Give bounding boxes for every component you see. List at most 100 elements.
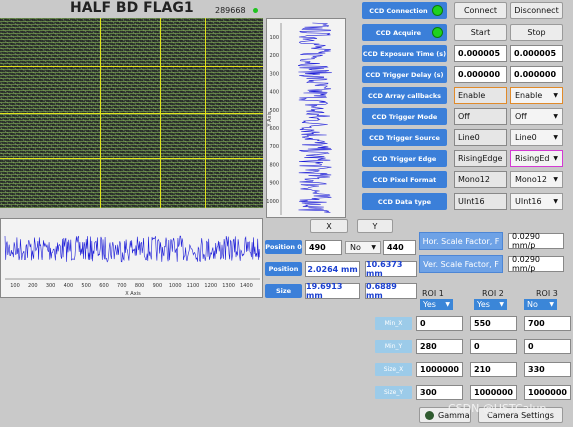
left-button[interactable]: Connect (454, 2, 507, 19)
roi1-min-y-input[interactable]: 280 (416, 339, 463, 354)
roi-line (100, 18, 101, 208)
position0-select-value: No (350, 243, 361, 252)
position-y-value: 10.6373 mm (365, 260, 417, 278)
control-label: CCD Trigger Edge (362, 150, 447, 167)
y-profile-svg: 1002003004005006007008009001000Y Axis (267, 22, 332, 215)
y-tick-label: 400 (269, 90, 279, 96)
roi2-min-x-input[interactable]: 550 (470, 316, 517, 331)
control-label: CCD Exposure Time (s) (362, 45, 447, 62)
position0-label: Position 0 (265, 240, 302, 254)
control-label-text: CCD Pixel Format (372, 175, 437, 184)
left-input[interactable]: 0.000005 (454, 45, 507, 62)
control-label: CCD Array callbacks (362, 87, 447, 104)
y-tick-label: 100 (269, 35, 279, 41)
roi1-size-x-input[interactable]: 1000000 (416, 362, 463, 377)
hor-scale-label: Hor. Scale Factor, F (419, 232, 503, 250)
x-tick-label: 300 (46, 283, 56, 289)
control-label: CCD Trigger Source (362, 129, 447, 146)
roi1-enable-value: Yes (423, 300, 436, 309)
chevron-down-icon: ▼ (371, 244, 376, 251)
x-tick-label: 1400 (240, 283, 253, 289)
roi2-enable-select[interactable]: Yes ▼ (474, 299, 507, 310)
watermark: CSDN @USTCalup (448, 402, 547, 415)
x-tick-label: 400 (64, 283, 74, 289)
select-value: Enable (515, 91, 543, 100)
x-profile-plot: 100 200 300 400 500 600 700 800 900 1000 1100 1200 1… (0, 218, 263, 298)
x-tick-label: 1000 (169, 283, 182, 289)
x-header: X (310, 219, 348, 233)
right-select[interactable]: Line0 ▼ (510, 129, 563, 146)
y-tick-label: 200 (269, 53, 279, 59)
roi-line (0, 113, 263, 114)
left-button[interactable]: Start (454, 24, 507, 41)
x-tick-label: 1100 (187, 283, 200, 289)
right-input[interactable]: 0.000000 (510, 66, 563, 83)
x-axis-label: X Axis (125, 291, 141, 297)
roi1-min-x-input[interactable]: 0 (416, 316, 463, 331)
roi1-size-y-input[interactable]: 300 (416, 385, 463, 400)
right-select[interactable]: RisingEd ▼ (510, 150, 563, 167)
control-label: CCD Trigger Mode (362, 108, 447, 125)
position-label: Position (265, 262, 302, 276)
right-select[interactable]: Off ▼ (510, 108, 563, 125)
roi3-enable-select[interactable]: No ▼ (524, 299, 557, 310)
roi2-min-y-input[interactable]: 0 (470, 339, 517, 354)
right-button[interactable]: Stop (510, 24, 563, 41)
roi1-enable-select[interactable]: Yes ▼ (420, 299, 453, 310)
right-input[interactable]: 0.000005 (510, 45, 563, 62)
left-readback: Enable (454, 87, 507, 104)
roi-line (205, 18, 206, 208)
x-tick-label: 100 (10, 283, 20, 289)
chevron-down-icon: ▼ (499, 301, 504, 308)
chevron-down-icon: ▼ (553, 113, 558, 120)
roi3-min-x-input[interactable]: 700 (524, 316, 571, 331)
chevron-down-icon: ▼ (549, 301, 554, 308)
x-tick-label: 900 (153, 283, 163, 289)
control-label: CCD Trigger Delay (s) (362, 66, 447, 83)
roi3-min-y-input[interactable]: 0 (524, 339, 571, 354)
right-select[interactable]: UInt16 ▼ (510, 193, 563, 210)
roi3-size-x-input[interactable]: 330 (524, 362, 571, 377)
status-led-icon (432, 27, 443, 38)
roi2-size-x-input[interactable]: 210 (470, 362, 517, 377)
roi3-enable-value: No (527, 300, 538, 309)
y-profile-line (297, 22, 332, 213)
position0-y-input[interactable]: 440 (383, 240, 416, 255)
hor-scale-input[interactable]: 0.0290 mm/p (508, 232, 564, 250)
y-header: Y (357, 219, 393, 233)
control-label: CCD Data type (362, 193, 447, 210)
right-button[interactable]: Disconnect (510, 2, 563, 19)
left-readback: Mono12 (454, 171, 507, 188)
chevron-down-icon: ▼ (553, 134, 558, 141)
position0-select[interactable]: No ▼ (345, 241, 381, 254)
roi2-size-y-input[interactable]: 1000000 (470, 385, 517, 400)
left-input[interactable]: 0.000000 (454, 66, 507, 83)
select-value: Mono12 (515, 175, 547, 184)
chevron-down-icon: ▼ (553, 176, 558, 183)
x-profile-line (4, 235, 261, 263)
select-value: Line0 (515, 133, 537, 142)
camera-image[interactable] (0, 18, 263, 208)
ver-scale-input[interactable]: 0.0290 mm/p (508, 255, 564, 273)
y-tick-label: 800 (269, 162, 279, 168)
position-x-value: 2.0264 mm (305, 261, 360, 277)
y-profile-plot: 100 200 300 400 500 600 700 800 900 1000 Y Axis (266, 18, 346, 218)
roi-row-label: Min_Y (375, 340, 412, 353)
right-select[interactable]: Mono12 ▼ (510, 171, 563, 188)
x-tick-label: 200 (28, 283, 38, 289)
y-tick-label: 700 (269, 144, 279, 150)
control-label-text: CCD Data type (377, 197, 432, 206)
control-label: CCD Connection (362, 2, 447, 19)
frame-counter: 289668 (215, 6, 246, 15)
size-y-value: 0.6889 mm (365, 282, 417, 300)
y-tick-label: 300 (269, 71, 279, 77)
roi-line (0, 66, 263, 67)
position0-x-input[interactable]: 490 (305, 240, 342, 255)
gamma-led (425, 410, 434, 420)
right-select[interactable]: Enable ▼ (510, 87, 563, 104)
roi2-header: ROI 2 (482, 289, 504, 298)
chevron-down-icon: ▼ (553, 92, 558, 99)
chevron-down-icon: ▼ (553, 155, 558, 162)
roi3-size-y-input[interactable]: 1000000 (524, 385, 571, 400)
chevron-down-icon: ▼ (445, 301, 450, 308)
